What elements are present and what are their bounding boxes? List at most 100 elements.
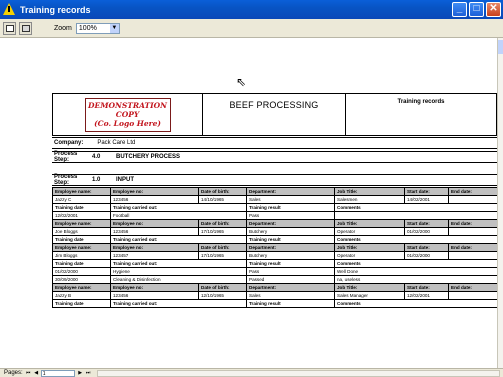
column-header: Start date: xyxy=(404,219,449,228)
employee-title-cell: Salesmen xyxy=(334,195,405,204)
employee-no-cell: 123457 xyxy=(110,251,199,260)
employee-table: Employee name: Employee no: Date of birth:… xyxy=(52,187,498,308)
employee-title-cell: Operator xyxy=(334,227,405,236)
employee-name-cell: Jim Bloggs xyxy=(52,251,111,260)
horizontal-scrollbar[interactable] xyxy=(96,369,500,377)
training-result-cell: Pass xyxy=(246,211,335,220)
training-header-row: Training date Training carried out: Traini… xyxy=(52,203,498,212)
column-header: Job Title: xyxy=(334,187,405,196)
column-header: Employee name: xyxy=(52,243,111,252)
column-header: Job Title: xyxy=(334,283,405,292)
scrollbar-thumb[interactable] xyxy=(498,40,503,54)
training-what-cell: Hygiene xyxy=(110,267,247,276)
export-button[interactable] xyxy=(19,21,32,35)
process-step-label: Process Step: xyxy=(54,174,78,186)
company-title: BEEF PROCESSING xyxy=(203,94,346,135)
employee-title-cell: Operator xyxy=(334,251,405,260)
training-date-cell: 30/09/2000 xyxy=(52,275,111,284)
training-header: Training date xyxy=(52,259,111,268)
column-header: End date: xyxy=(448,219,498,228)
company-logo: DEMONSTRATION COPY (Co. Logo Here) xyxy=(84,97,171,132)
employee-start-cell: 14/02/2001 xyxy=(404,195,449,204)
pages-label: Pages: xyxy=(4,370,23,376)
training-comment-cell xyxy=(334,211,498,220)
employee-name-cell: Jazzy C xyxy=(52,195,111,204)
training-header-row: Training date Training carried out: Traini… xyxy=(52,235,498,244)
employee-start-cell: 01/02/2000 xyxy=(404,227,449,236)
training-result-cell: Pass xyxy=(246,267,335,276)
employee-dob-cell: 17/10/1965 xyxy=(198,251,247,260)
column-header: Employee no: xyxy=(110,283,199,292)
mouse-cursor-icon: ⇖ xyxy=(236,75,247,89)
chevron-down-icon[interactable]: ▼ xyxy=(109,23,119,33)
employee-dept-cell: Butchery xyxy=(246,227,335,236)
training-row: 12/02/2001 Football Pass xyxy=(52,211,498,220)
page-number-input[interactable]: 1 xyxy=(40,369,75,377)
employee-end-cell xyxy=(448,251,498,260)
process-step-number: 1.0 xyxy=(92,177,101,183)
print-button[interactable] xyxy=(3,21,16,35)
column-header: Date of birth: xyxy=(198,219,247,228)
column-header: End date: xyxy=(448,283,498,292)
training-header: Training date xyxy=(52,235,111,244)
process-step-name: BUTCHERY PROCESS xyxy=(116,154,181,160)
employee-row: Jim Bloggs 123457 17/10/1965 Butchery Operat… xyxy=(52,251,498,260)
training-header: Comments xyxy=(334,203,498,212)
report-header: DEMONSTRATION COPY (Co. Logo Here) BEEF … xyxy=(52,93,497,136)
last-page-button[interactable]: ⏭ xyxy=(85,370,92,377)
process-step-name: INPUT xyxy=(116,177,134,183)
column-header: Job Title: xyxy=(334,219,405,228)
zoom-label: Zoom xyxy=(54,24,72,32)
employee-dob-cell: 14/10/1965 xyxy=(198,195,247,204)
column-header: Employee name: xyxy=(52,283,111,292)
employee-no-cell: 123456 xyxy=(110,227,199,236)
employee-no-cell: 123456 xyxy=(110,195,199,204)
column-header: End date: xyxy=(448,187,498,196)
column-header: Employee name: xyxy=(52,219,111,228)
column-header: Department: xyxy=(246,243,335,252)
employee-dept-cell: Sales xyxy=(246,291,335,300)
company-label: Company: xyxy=(54,140,84,146)
employee-header-row: Employee name: Employee no: Date of birth:… xyxy=(52,283,498,292)
column-header: Employee no: xyxy=(110,187,199,196)
training-header: Comments xyxy=(334,235,498,244)
column-header: Employee name: xyxy=(52,187,111,196)
training-header: Comments xyxy=(334,259,498,268)
column-header: Date of birth: xyxy=(198,283,247,292)
training-header: Training date xyxy=(52,299,111,308)
employee-header-row: Employee name: Employee no: Date of birth:… xyxy=(52,243,498,252)
report-title: Training records xyxy=(397,99,445,105)
next-page-button[interactable]: ▶ xyxy=(77,370,84,377)
employee-end-cell xyxy=(448,227,498,236)
close-button[interactable]: ✕ xyxy=(486,2,501,17)
employee-no-cell: 123456 xyxy=(110,291,199,300)
training-comment-cell: na, useless xyxy=(334,275,498,284)
export-icon xyxy=(22,24,30,32)
training-date-cell: 01/02/2000 xyxy=(52,267,111,276)
employee-name-cell: Jazzy B xyxy=(52,291,111,300)
prev-page-button[interactable]: ◀ xyxy=(33,370,40,377)
employee-dept-cell: Butchery xyxy=(246,251,335,260)
training-header: Training carried out: xyxy=(110,299,247,308)
company-row: Company: Pack Care Ltd xyxy=(52,137,497,149)
employee-name-cell: Joe Bloggs xyxy=(52,227,111,236)
column-header: Department: xyxy=(246,187,335,196)
training-row: 30/09/2000 Cleaning & Disinfection Passed n… xyxy=(52,275,498,284)
employee-end-cell xyxy=(448,291,498,300)
training-header-row: Training date Training carried out: Traini… xyxy=(52,299,498,308)
employee-header-row: Employee name: Employee no: Date of birth:… xyxy=(52,219,498,228)
zoom-value: 100% xyxy=(78,24,97,32)
company-value: Pack Care Ltd xyxy=(97,140,136,146)
training-header: Training result xyxy=(246,259,335,268)
column-header: Date of birth: xyxy=(198,187,247,196)
maximize-button[interactable]: □ xyxy=(469,2,484,17)
zoom-select[interactable]: 100% ▼ xyxy=(75,22,120,34)
column-header: Job Title: xyxy=(334,243,405,252)
window-title: Training records xyxy=(20,4,91,15)
employee-row: Joe Bloggs 123456 17/10/1965 Butchery Operat… xyxy=(52,227,498,236)
minimize-button[interactable]: _ xyxy=(452,2,467,17)
vertical-scrollbar[interactable] xyxy=(497,38,503,368)
training-comment-cell: Well Done xyxy=(334,267,498,276)
training-result-cell: Passed xyxy=(246,275,335,284)
first-page-button[interactable]: ⏮ xyxy=(25,370,32,377)
